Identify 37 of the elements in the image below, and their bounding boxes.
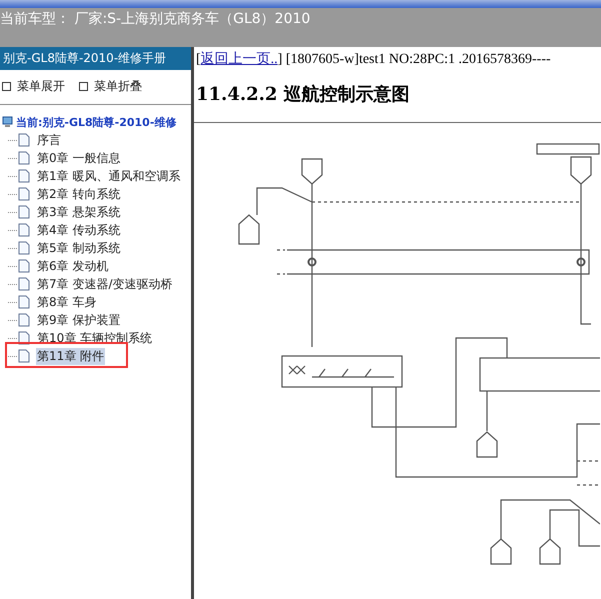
page-icon [18,313,30,327]
tree-root[interactable]: 当前:别克-GL8陆尊-2010-维修 [16,114,176,130]
bracket-text: [ [196,52,201,67]
tree-item[interactable]: 第11章 附件 [36,348,106,364]
page-icon [18,241,30,255]
computer-icon [2,116,13,128]
tree-item[interactable]: 第8章 车身 [36,294,98,310]
list-icon [79,82,88,91]
tree-item[interactable]: 第3章 悬架系统 [36,204,122,220]
tree-item[interactable]: 第0章 一般信息 [36,150,122,166]
tree-item[interactable]: 第4章 传动系统 [36,222,122,238]
menu-action[interactable]: 菜单折叠 [79,78,142,95]
document-info: [1807605-w]test1 NO:28PC:1 .2016578369---- [286,52,551,67]
page-icon [18,205,30,219]
page-icon [18,223,30,237]
tree-item[interactable]: 第5章 制动系统 [36,240,122,256]
tree-item[interactable]: 序言 [36,132,62,148]
list-icon [2,82,11,91]
back-link[interactable]: 返回上一页.. [200,52,278,67]
tree-item[interactable]: 第6章 发动机 [36,258,110,274]
bracket-text: ] [278,52,282,67]
menu-action[interactable]: 菜单展开 [2,78,65,95]
tree-item[interactable]: 第1章 暖风、通风和空调系 [36,168,182,184]
page-icon [18,169,30,183]
manual-title: 别克-GL8陆尊-2010-维修手册 [0,47,191,70]
page-icon [18,277,30,291]
page-icon [18,349,30,363]
page-icon [18,151,30,165]
page-icon [18,187,30,201]
tree-item[interactable]: 第7章 变速器/变速驱动桥 [36,276,174,292]
page-icon [18,259,30,273]
section-heading: 11.4.2.2 巡航控制示意图 [196,83,411,106]
tree-item[interactable]: 第9章 保护装置 [36,312,122,328]
page-icon [18,295,30,309]
tree-item[interactable]: 第2章 转向系统 [36,186,122,202]
vehicle-model-title: 当前车型： 厂家:S-上海别克商务车（GL8）2010 [0,10,310,28]
page-icon [18,133,30,147]
